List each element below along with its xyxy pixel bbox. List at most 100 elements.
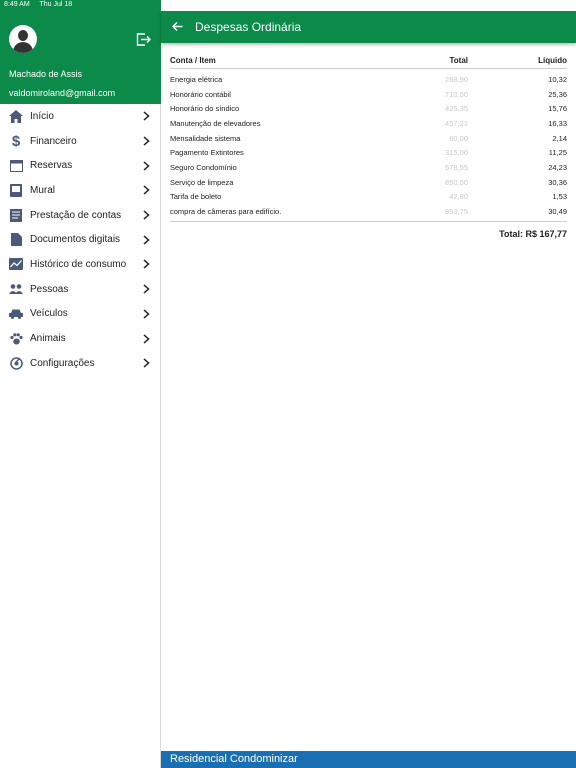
row-liquido: 24,23 bbox=[548, 162, 567, 172]
table-row: Energia elétrica 288,90 10,32 bbox=[170, 72, 567, 87]
logout-icon[interactable] bbox=[136, 33, 151, 46]
menu-item-label: Prestação de contas bbox=[30, 209, 122, 221]
menu-item-financeiro[interactable]: $ Financeiro bbox=[0, 129, 161, 154]
menu-item-configuracoes[interactable]: Configurações bbox=[0, 351, 161, 376]
people-icon bbox=[9, 282, 23, 296]
navigation-drawer: Machado de Assis valdomiroland@gmail.com… bbox=[0, 0, 161, 768]
column-header-liquido: Líquido bbox=[538, 56, 567, 65]
row-liquido: 11,25 bbox=[548, 148, 567, 158]
menu-item-label: Financeiro bbox=[30, 135, 77, 147]
row-total: 425,35 bbox=[445, 104, 468, 114]
table-row: Seguro Condomínio 678,55 24,23 bbox=[170, 160, 567, 175]
app-bar: Despesas Ordinária bbox=[161, 11, 576, 43]
footer-banner: Residencial Condominizar bbox=[161, 751, 576, 768]
row-item: compra de câmeras para edifício. bbox=[170, 207, 282, 217]
table-row: Manutenção de elevadores 457,21 16,33 bbox=[170, 116, 567, 131]
document-icon bbox=[9, 233, 23, 247]
car-icon bbox=[9, 307, 23, 321]
row-item: Manutenção de elevadores bbox=[170, 118, 261, 128]
grand-total: Total: R$ 167,77 bbox=[170, 220, 567, 243]
dollar-icon: $ bbox=[11, 132, 21, 150]
menu-item-veiculos[interactable]: Veículos bbox=[0, 302, 161, 327]
row-item: Serviço de limpeza bbox=[170, 177, 234, 187]
row-item: Energia elétrica bbox=[170, 74, 223, 84]
status-right: 100% bbox=[524, 1, 570, 8]
menu-item-label: Reservas bbox=[30, 160, 73, 172]
avatar[interactable] bbox=[9, 25, 37, 53]
menu-item-historico[interactable]: Histórico de consumo bbox=[0, 252, 161, 277]
chart-icon bbox=[9, 257, 23, 271]
row-item: Seguro Condomínio bbox=[170, 162, 237, 172]
chevron-right-icon bbox=[143, 136, 150, 146]
drawer-header: Machado de Assis valdomiroland@gmail.com bbox=[0, 0, 161, 104]
home-icon bbox=[9, 109, 23, 123]
menu-item-mural[interactable]: Mural bbox=[0, 178, 161, 203]
row-item: Tarifa de boleto bbox=[170, 192, 222, 202]
chevron-right-icon bbox=[143, 309, 150, 319]
row-total: 42,80 bbox=[449, 192, 468, 202]
row-item: Honorário contábil bbox=[170, 89, 231, 99]
status-time: 8:49 AM bbox=[4, 1, 30, 8]
chevron-right-icon bbox=[143, 210, 150, 220]
status-bar: 8:49 AM Thu Jul 18 100% bbox=[0, 0, 576, 11]
row-total: 710,00 bbox=[445, 89, 468, 99]
table-body: Energia elétrica 288,90 10,32 Honorário … bbox=[170, 69, 567, 219]
wifi-icon bbox=[524, 2, 532, 8]
paw-icon bbox=[9, 332, 23, 346]
settings-icon bbox=[9, 356, 23, 370]
table-row: Pagamento Extintores 315,00 11,25 bbox=[170, 145, 567, 160]
chevron-right-icon bbox=[143, 259, 150, 269]
board-icon bbox=[9, 183, 23, 197]
menu-item-label: Mural bbox=[30, 184, 56, 196]
row-liquido: 15,76 bbox=[548, 104, 567, 114]
table-row: compra de câmeras para edifício. 853,75 … bbox=[170, 204, 567, 219]
menu-item-label: Veículos bbox=[30, 308, 68, 320]
row-liquido: 10,32 bbox=[548, 74, 567, 84]
user-email: valdomiroland@gmail.com bbox=[9, 88, 116, 98]
page-title: Despesas Ordinária bbox=[195, 20, 302, 34]
chevron-right-icon bbox=[143, 284, 150, 294]
menu-item-prestacao[interactable]: Prestação de contas bbox=[0, 203, 161, 228]
row-total: 457,21 bbox=[445, 118, 468, 128]
back-arrow-icon[interactable] bbox=[172, 21, 183, 32]
menu-item-label: Início bbox=[30, 110, 54, 122]
table-row: Serviço de limpeza 850,00 30,36 bbox=[170, 175, 567, 190]
menu-item-inicio[interactable]: Início bbox=[0, 104, 161, 129]
menu-item-label: Animais bbox=[30, 333, 66, 345]
menu-item-label: Pessoas bbox=[30, 283, 69, 295]
row-total: 315,00 bbox=[445, 148, 468, 158]
chevron-right-icon bbox=[143, 161, 150, 171]
menu-item-pessoas[interactable]: Pessoas bbox=[0, 277, 161, 302]
status-date: Thu Jul 18 bbox=[39, 1, 73, 8]
calendar-icon bbox=[9, 159, 23, 173]
row-liquido: 30,36 bbox=[548, 177, 567, 187]
table-row: Honorário contábil 710,00 25,36 bbox=[170, 87, 567, 102]
row-liquido: 1,53 bbox=[552, 192, 567, 202]
menu-item-label: Documentos digitais bbox=[30, 234, 121, 246]
status-left: 8:49 AM Thu Jul 18 bbox=[4, 1, 80, 8]
row-total: 678,55 bbox=[445, 162, 468, 172]
menu-item-documentos[interactable]: Documentos digitais bbox=[0, 227, 161, 252]
table-row: Honorário do síndico 425,35 15,76 bbox=[170, 101, 567, 116]
column-header-total: Total bbox=[449, 56, 468, 65]
row-total: 60,00 bbox=[449, 133, 468, 143]
row-total: 850,00 bbox=[445, 177, 468, 187]
menu-item-animais[interactable]: Animais bbox=[0, 326, 161, 351]
menu-item-reservas[interactable]: Reservas bbox=[0, 153, 161, 178]
row-liquido: 16,33 bbox=[548, 118, 567, 128]
chevron-right-icon bbox=[143, 185, 150, 195]
user-name: Machado de Assis bbox=[9, 69, 83, 79]
row-liquido: 25,36 bbox=[548, 89, 567, 99]
chevron-right-icon bbox=[143, 334, 150, 344]
battery-icon bbox=[556, 1, 570, 8]
report-icon bbox=[9, 208, 23, 222]
row-total: 288,90 bbox=[445, 74, 468, 84]
row-liquido: 2,14 bbox=[552, 133, 567, 143]
table-row: Tarifa de boleto 42,80 1,53 bbox=[170, 190, 567, 205]
chevron-right-icon bbox=[143, 235, 150, 245]
row-liquido: 30,49 bbox=[548, 207, 567, 217]
battery-percent: 100% bbox=[535, 1, 553, 8]
row-total: 853,75 bbox=[445, 207, 468, 217]
chevron-right-icon bbox=[143, 358, 150, 368]
row-item: Pagamento Extintores bbox=[170, 148, 244, 158]
